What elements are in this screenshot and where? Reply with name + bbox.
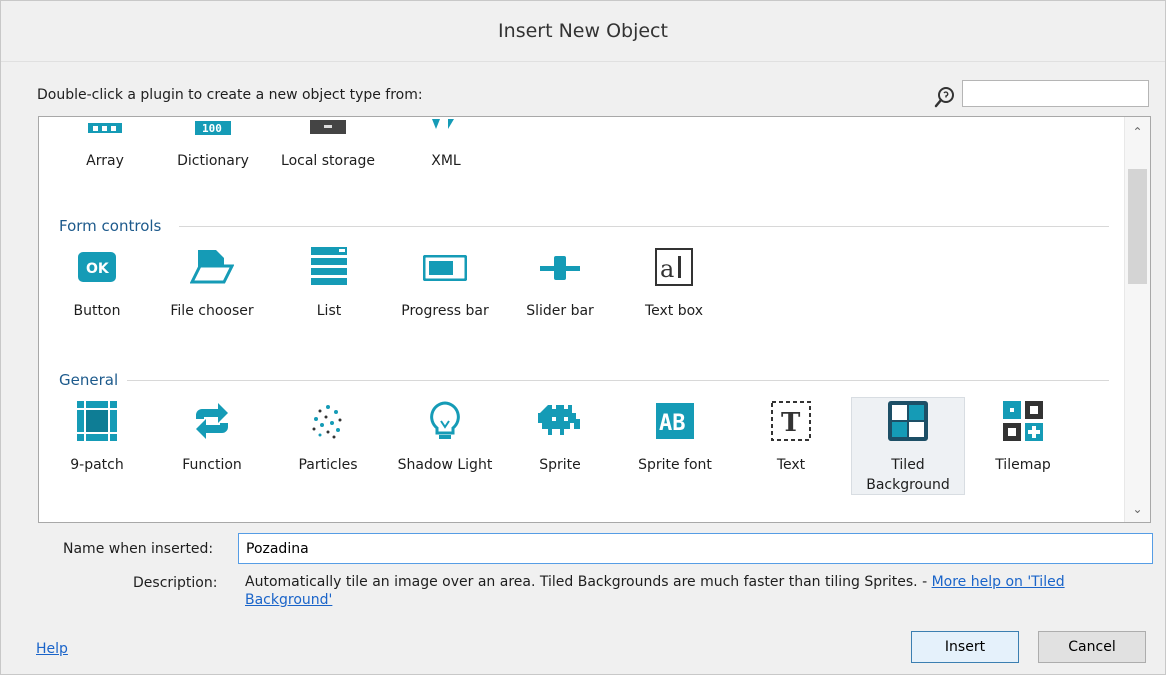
plugin-label: Function [182,457,242,473]
plugin-xml[interactable]: XML [391,117,501,171]
cancel-button[interactable]: Cancel [1038,631,1146,663]
plugin-list-item[interactable]: List [274,247,384,321]
sprite-font-icon: AB [656,403,694,439]
scroll-up-icon[interactable]: ⌃ [1125,125,1150,139]
vertical-scrollbar[interactable]: ⌃ ⌄ [1124,117,1150,522]
plugin-particles[interactable]: Particles [273,401,383,475]
plugin-sprite[interactable]: Sprite [505,401,615,475]
plugin-dictionary[interactable]: 100 Dictionary [158,117,268,171]
plugin-shadow-light[interactable]: Shadow Light [390,401,500,475]
file-chooser-icon [190,250,234,284]
description-text: Automatically tile an image over an area… [245,573,1125,609]
plugin-text[interactable]: T Text [736,401,846,475]
plugin-label: Sprite font [638,457,712,473]
description-body: Automatically tile an image over an area… [245,574,932,590]
text-icon: T [771,401,811,441]
name-input[interactable] [238,533,1153,564]
scroll-thumb[interactable] [1128,169,1147,284]
plugin-list[interactable]: Array 100 Dictionary Local storage XML F… [38,116,1151,523]
plugin-label: Text box [644,303,704,319]
tilemap-icon [1003,401,1043,441]
plugin-local-storage[interactable]: Local storage [273,117,383,171]
xml-icon [432,119,454,129]
plugin-label: Particles [298,457,358,473]
plugin-label: Tilemap [995,457,1051,473]
lightbulb-icon [430,401,460,439]
list-icon [311,247,347,285]
search-input[interactable] [962,80,1149,107]
plugin-label: Slider bar [526,303,594,319]
insert-new-object-dialog: Insert New Object Double-click a plugin … [0,0,1166,675]
description-label: Description: [133,575,218,591]
plugin-label: Text [776,457,806,473]
plugin-text-box[interactable]: a Text box [619,247,729,321]
plugin-button[interactable]: OK Button [42,247,152,321]
nine-patch-icon [77,401,117,441]
text-box-icon: a [655,248,693,286]
insert-button[interactable]: Insert [911,631,1019,663]
plugin-function[interactable]: Function [157,401,267,475]
sprite-icon [538,405,580,435]
plugin-label: XML [431,153,461,169]
plugin-label: Progress bar [401,303,489,319]
plugin-tiled-background[interactable]: Tiled Background [853,401,963,495]
plugin-label: File chooser [170,303,254,319]
plugin-tilemap[interactable]: Tilemap [968,401,1078,475]
array-icon [88,123,122,133]
instruction-text: Double-click a plugin to create a new ob… [37,87,423,103]
dialog-title: Insert New Object [1,1,1165,62]
particles-icon [312,405,342,439]
function-icon [196,403,228,439]
plugin-label: Local storage [281,153,375,169]
name-when-inserted-label: Name when inserted: [63,541,214,557]
section-divider [127,380,1109,381]
plugin-label: 9-patch [70,457,124,473]
button-icon: OK [78,252,116,282]
plugin-label: Shadow Light [397,457,493,473]
plugin-label: Button [73,303,121,319]
plugin-array[interactable]: Array [50,117,160,171]
plugin-label: Sprite [539,457,581,473]
section-form-controls: Form controls [59,217,162,235]
plugin-9-patch[interactable]: 9-patch [42,401,152,475]
svg-text:a: a [660,255,674,283]
plugin-sprite-font[interactable]: AB Sprite font [620,401,730,475]
local-storage-icon [310,120,346,134]
search-icon[interactable] [933,85,957,109]
plugin-label: Dictionary [177,153,249,169]
plugin-label: Array [86,153,124,169]
slider-bar-icon [540,256,580,280]
dictionary-icon: 100 [195,121,231,135]
section-general: General [59,371,119,389]
svg-text:OK: OK [86,261,110,277]
help-link[interactable]: Help [36,641,68,657]
tiled-background-icon [888,401,928,441]
svg-text:T: T [781,408,801,438]
plugin-progress-bar[interactable]: Progress bar [390,247,500,321]
svg-text:100: 100 [202,122,222,135]
svg-text:AB: AB [659,411,686,436]
section-divider [179,226,1109,227]
progress-bar-icon [423,255,467,281]
plugin-file-chooser[interactable]: File chooser [157,247,267,321]
plugin-slider-bar[interactable]: Slider bar [505,247,615,321]
scroll-down-icon[interactable]: ⌄ [1125,502,1150,516]
plugin-label: List [316,303,342,319]
plugin-label: Tiled Background [866,457,950,493]
